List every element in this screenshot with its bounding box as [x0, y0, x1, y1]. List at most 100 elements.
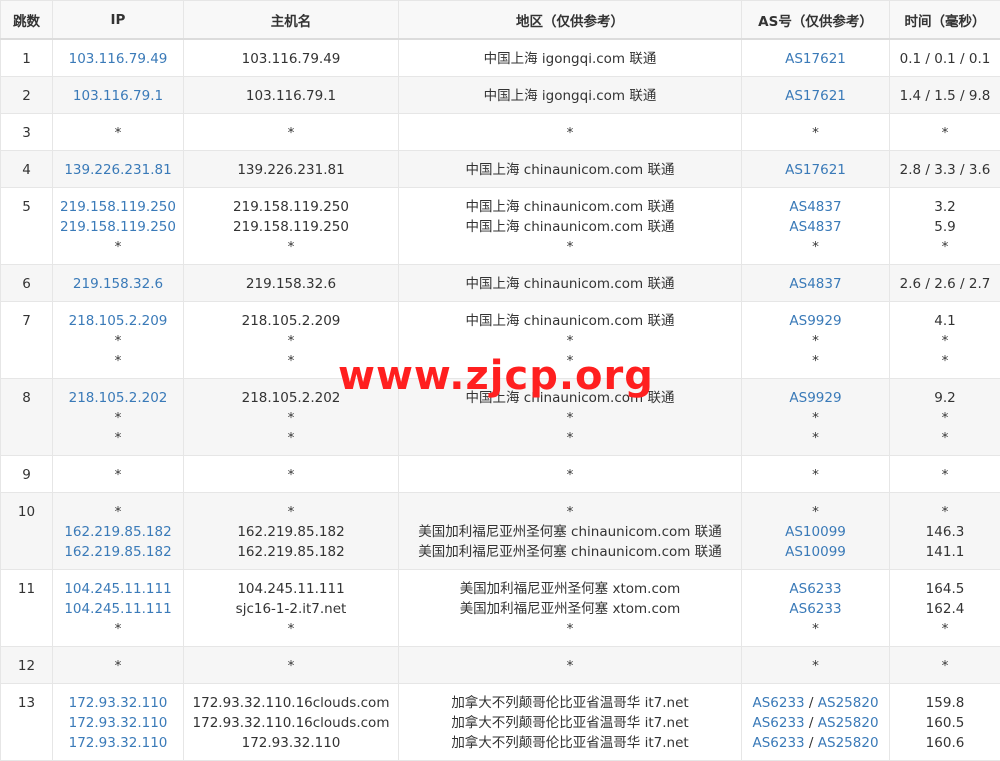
time-line: * [894, 237, 996, 257]
ip-link[interactable]: 162.219.85.182 [64, 524, 171, 540]
hostname-line: 172.93.32.110 [188, 733, 394, 753]
hostname-text: sjc16-1-2.it7.net [236, 601, 347, 617]
hostname-text: 162.219.85.182 [237, 524, 344, 540]
table-row: 11 104.245.11.111 104.245.11.111 * 104.245.1… [1, 570, 1000, 647]
hostname-line: * [188, 656, 394, 676]
ip-cell: 172.93.32.110 172.93.32.110 172.93.32.110 [53, 684, 184, 761]
table-row: 3***** [1, 114, 1000, 151]
as-link[interactable]: AS6233 [789, 581, 841, 597]
time-cell: *146.3141.1 [890, 493, 1000, 570]
hostname-line: 219.158.32.6 [188, 274, 394, 294]
hop-cell: 4 [1, 151, 53, 188]
ip-link[interactable]: 162.219.85.182 [64, 544, 171, 560]
hop-cell: 2 [1, 77, 53, 114]
ip-line: * [57, 237, 179, 257]
as-link[interactable]: AS17621 [785, 162, 846, 178]
as-line: AS4837 [746, 197, 885, 217]
time-value: 2.6 / 2.6 / 2.7 [900, 276, 991, 292]
as-link[interactable]: AS4837 [789, 276, 841, 292]
hostname-text: * [288, 430, 295, 446]
hostname-text: 218.105.2.209 [242, 313, 341, 329]
as-timeout: * [812, 621, 819, 637]
ip-link[interactable]: 172.93.32.110 [69, 715, 168, 731]
hop-number: 7 [22, 313, 31, 329]
as-link[interactable]: AS6233 [789, 601, 841, 617]
ip-cell: 104.245.11.111104.245.11.111* [53, 570, 184, 647]
as-link[interactable]: AS9929 [789, 313, 841, 329]
hop-cell: 9 [1, 456, 53, 493]
as-link[interactable]: AS4837 [789, 219, 841, 235]
hostname-line: * [188, 331, 394, 351]
ip-cell: 218.105.2.202** [53, 379, 184, 456]
region-line: 中国上海 chinaunicom.com 联通 [403, 311, 737, 331]
time-value: 0.1 / 0.1 / 0.1 [900, 51, 991, 67]
ip-link[interactable]: 103.116.79.49 [69, 51, 168, 67]
ip-timeout: * [115, 410, 122, 426]
hop-number: 11 [18, 581, 35, 597]
time-line: 1.4 / 1.5 / 9.8 [894, 86, 996, 106]
region-line: 美国加利福尼亚州圣何塞 xtom.com [403, 599, 737, 619]
hostname-text: * [288, 621, 295, 637]
as-line: * [746, 408, 885, 428]
as-link[interactable]: AS25820 [818, 715, 879, 731]
as-link[interactable]: AS25820 [818, 695, 879, 711]
hostname-line: 162.219.85.182 [188, 542, 394, 562]
time-value: 4.1 [934, 313, 955, 329]
hop-cell: 1 [1, 39, 53, 77]
as-separator: / [805, 695, 818, 711]
as-cell: AS6233 AS6233 * [742, 570, 890, 647]
hop-number: 10 [18, 504, 35, 520]
ip-link[interactable]: 219.158.32.6 [73, 276, 163, 292]
region-cell: 中国上海 chinaunicom.com 联通中国上海 chinaunicom.… [399, 188, 742, 265]
ip-timeout: * [115, 504, 122, 520]
ip-link[interactable]: 218.105.2.202 [69, 390, 168, 406]
time-cell: 9.2** [890, 379, 1000, 456]
ip-line: * [57, 502, 179, 522]
as-link[interactable]: AS6233 [752, 735, 804, 751]
as-link[interactable]: AS6233 [752, 715, 804, 731]
as-link[interactable]: AS17621 [785, 88, 846, 104]
region-text: * [567, 410, 574, 426]
hostname-line: 104.245.11.111 [188, 579, 394, 599]
as-link[interactable]: AS6233 [752, 695, 804, 711]
region-text: 美国加利福尼亚州圣何塞 chinaunicom.com 联通 [418, 524, 721, 540]
region-cell: 美国加利福尼亚州圣何塞 xtom.com美国加利福尼亚州圣何塞 xtom.com… [399, 570, 742, 647]
region-line: 加拿大不列颠哥伦比亚省温哥华 it7.net [403, 713, 737, 733]
ip-line: * [57, 123, 179, 143]
time-value: 2.8 / 3.3 / 3.6 [900, 162, 991, 178]
ip-link[interactable]: 104.245.11.111 [64, 581, 171, 597]
ip-link[interactable]: 104.245.11.111 [64, 601, 171, 617]
time-cell: 164.5162.4* [890, 570, 1000, 647]
ip-link[interactable]: 172.93.32.110 [69, 695, 168, 711]
as-link[interactable]: AS9929 [789, 390, 841, 406]
hostname-line: * [188, 465, 394, 485]
as-cell: AS17621 [742, 77, 890, 114]
ip-link[interactable]: 219.158.119.250 [60, 219, 176, 235]
ip-line: 218.105.2.202 [57, 388, 179, 408]
ip-link[interactable]: 103.116.79.1 [73, 88, 163, 104]
time-value: 9.2 [934, 390, 955, 406]
time-line: * [894, 656, 996, 676]
ip-link[interactable]: 139.226.231.81 [64, 162, 171, 178]
as-link[interactable]: AS10099 [785, 544, 846, 560]
time-value: 162.4 [926, 601, 965, 617]
hostname-cell: 103.116.79.49 [184, 39, 399, 77]
as-link[interactable]: AS10099 [785, 524, 846, 540]
as-cell: AS17621 [742, 39, 890, 77]
as-line: AS4837 [746, 274, 885, 294]
ip-line: 219.158.32.6 [57, 274, 179, 294]
as-link[interactable]: AS17621 [785, 51, 846, 67]
time-cell: * [890, 114, 1000, 151]
header-ip: IP [53, 1, 184, 40]
ip-link[interactable]: 172.93.32.110 [69, 735, 168, 751]
time-cell: 0.1 / 0.1 / 0.1 [890, 39, 1000, 77]
as-link[interactable]: AS25820 [818, 735, 879, 751]
as-link[interactable]: AS4837 [789, 199, 841, 215]
hostname-line: 162.219.85.182 [188, 522, 394, 542]
as-cell: * [742, 114, 890, 151]
ip-line: 219.158.119.250 [57, 197, 179, 217]
ip-link[interactable]: 219.158.119.250 [60, 199, 176, 215]
header-hostname: 主机名 [184, 1, 399, 40]
hostname-cell: 172.93.32.110.16clouds.com172.93.32.110.… [184, 684, 399, 761]
ip-link[interactable]: 218.105.2.209 [69, 313, 168, 329]
